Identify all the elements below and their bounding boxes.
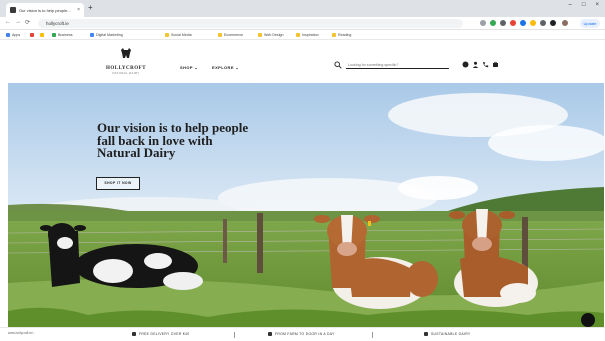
- bookmark-ecommerce[interactable]: Ecommerce: [218, 32, 243, 38]
- bookmark-social-media[interactable]: Social Media: [165, 32, 192, 38]
- folder-icon: [165, 33, 169, 37]
- phone-icon[interactable]: [482, 61, 489, 68]
- bookmark-icon: [30, 33, 34, 37]
- benefits-strip: www.hollycroft.ie/... FREE DELIVERY OVER…: [0, 327, 605, 341]
- nav-explore[interactable]: EXPLORE ⌄: [212, 65, 239, 70]
- search-input[interactable]: [346, 62, 449, 69]
- url-field[interactable]: hollycroft.ie: [38, 19, 463, 28]
- folder-icon: [218, 33, 222, 37]
- hero-headline: Our vision is to help people fall back i…: [97, 120, 249, 160]
- extension-icon[interactable]: [500, 20, 506, 26]
- bookmark-icon: [52, 33, 56, 37]
- bookmark-item[interactable]: [30, 32, 34, 38]
- bookmark-digital-marketing[interactable]: Digital Marketing: [90, 32, 123, 38]
- tab-title: Our vision is to help people...: [19, 7, 71, 13]
- benefit-free-delivery: FREE DELIVERY OVER €40: [132, 332, 189, 336]
- shop-now-button[interactable]: SHOP IT NOW: [96, 177, 140, 190]
- close-window-button[interactable]: ×: [595, 2, 599, 8]
- minimize-button[interactable]: –: [569, 2, 572, 8]
- window-controls: – □ ×: [569, 2, 599, 8]
- benefit-sustainable: SUSTAINABLE DAIRY: [424, 332, 470, 336]
- site-logo[interactable]: HOLLYCROFT NATURAL DAIRY: [96, 46, 156, 76]
- user-icon[interactable]: [472, 61, 479, 68]
- bookmark-web-design[interactable]: Web Design: [258, 32, 284, 38]
- bookmark-business[interactable]: Business: [52, 32, 73, 38]
- farm-icon: [268, 332, 272, 336]
- hero-banner: Our vision is to help people fall back i…: [8, 83, 604, 327]
- browser-tab[interactable]: Our vision is to help people... ×: [6, 3, 84, 17]
- divider: [234, 332, 235, 338]
- extension-icon[interactable]: [530, 20, 536, 26]
- bookmark-item[interactable]: [40, 32, 44, 38]
- extension-icon[interactable]: [490, 20, 496, 26]
- bookmark-reading[interactable]: Reading: [332, 32, 351, 38]
- bookmark-icon: [40, 33, 44, 37]
- extension-icon[interactable]: [480, 20, 486, 26]
- divider: [372, 332, 373, 338]
- bookmark-apps[interactable]: Apps: [6, 32, 20, 38]
- folder-icon: [296, 33, 300, 37]
- close-tab-icon[interactable]: ×: [77, 7, 80, 13]
- cart-icon[interactable]: [492, 61, 499, 68]
- new-tab-button[interactable]: +: [88, 3, 93, 13]
- maximize-button[interactable]: □: [582, 2, 586, 8]
- nav-shop[interactable]: SHOP ⌄: [180, 65, 198, 70]
- folder-icon: [332, 33, 336, 37]
- favicon-icon: [10, 7, 16, 13]
- browser-address-bar: ← → ⟳ hollycroft.ie Update: [0, 17, 605, 30]
- account-icon[interactable]: [462, 61, 469, 68]
- delivery-icon: [132, 332, 136, 336]
- extension-icon[interactable]: [550, 20, 556, 26]
- apps-icon: [6, 33, 10, 37]
- site-header: HOLLYCROFT NATURAL DAIRY SHOP ⌄ EXPLORE …: [0, 40, 605, 82]
- extension-icon[interactable]: [510, 20, 516, 26]
- benefit-farm-to-door: FROM FARM TO DOOR IN A DAY: [268, 332, 335, 336]
- profile-avatar[interactable]: [562, 20, 568, 26]
- extension-icon[interactable]: [540, 20, 546, 26]
- leaf-icon: [424, 332, 428, 336]
- logo-tagline: NATURAL DAIRY: [112, 71, 140, 75]
- reload-button[interactable]: ⟳: [25, 19, 30, 26]
- chat-widget-icon[interactable]: [581, 313, 595, 327]
- status-url: www.hollycroft.ie/...: [8, 331, 36, 335]
- bookmark-icon: [90, 33, 94, 37]
- cow-logo-icon: [121, 48, 131, 58]
- bookmark-inspiration[interactable]: Inspiration: [296, 32, 319, 38]
- forward-button[interactable]: →: [15, 19, 21, 25]
- folder-icon: [258, 33, 262, 37]
- bookmarks-bar: Apps Business Digital Marketing Social M…: [0, 30, 605, 40]
- back-button[interactable]: ←: [5, 19, 11, 25]
- browser-tab-bar: Our vision is to help people... × + – □ …: [0, 0, 605, 17]
- extension-icon[interactable]: [520, 20, 526, 26]
- update-button[interactable]: Update: [580, 19, 600, 28]
- search-icon[interactable]: [334, 61, 342, 69]
